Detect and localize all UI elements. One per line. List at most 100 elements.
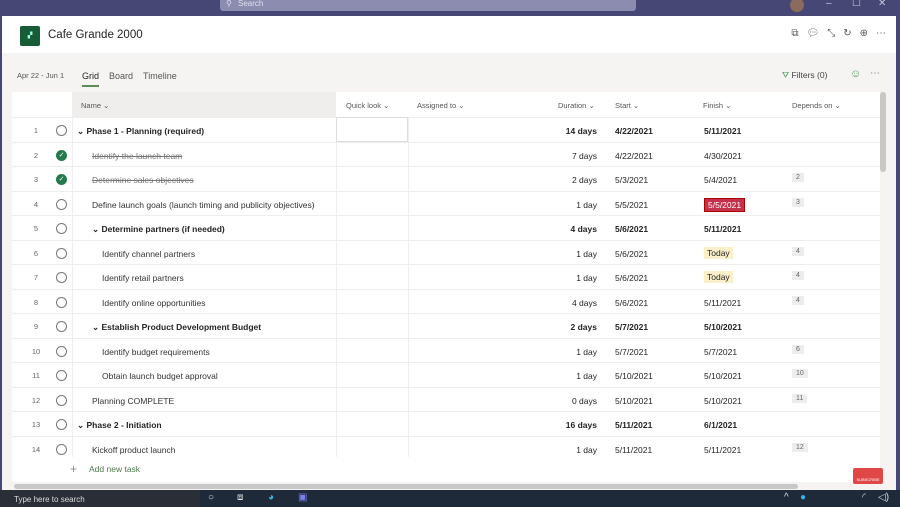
onedrive-icon[interactable]: ● <box>800 492 806 503</box>
start-cell[interactable]: 5/11/2021 <box>615 445 652 455</box>
complete-task-checkbox[interactable] <box>56 345 67 357</box>
maximize-icon[interactable]: ☐ <box>852 0 861 9</box>
depends-on-badge[interactable]: 11 <box>792 393 808 403</box>
tab-grid[interactable]: Grid <box>82 71 100 87</box>
complete-task-checkbox[interactable] <box>56 370 67 381</box>
column-header-name[interactable]: Name ⌄ <box>72 92 336 117</box>
horizontal-scrollbar[interactable] <box>14 484 798 489</box>
task-name[interactable]: Determine sales objectives <box>92 175 194 185</box>
table-row[interactable]: 1 ⌄ Phase 1 - Planning (required) 14 day… <box>12 117 880 142</box>
task-name[interactable]: ⌄ Phase 2 - Initiation <box>77 420 162 431</box>
more-options-icon[interactable]: ⋯ <box>870 68 880 79</box>
depends-on-badge[interactable]: 6 <box>792 344 804 354</box>
start-cell[interactable]: 5/3/2021 <box>615 175 648 185</box>
start-cell[interactable]: 5/7/2021 <box>615 347 648 357</box>
tray-chevron-icon[interactable]: ^ <box>784 492 789 503</box>
duration-cell[interactable]: 0 days <box>482 396 597 406</box>
duration-cell[interactable]: 1 day <box>482 249 597 259</box>
complete-task-checkbox[interactable] <box>56 198 67 210</box>
table-row[interactable]: 10 Identify budget requirements 1 day 5/… <box>12 337 880 363</box>
duration-cell[interactable]: 1 day <box>482 371 597 381</box>
depends-on-badge[interactable]: 3 <box>792 197 804 207</box>
start-cell[interactable]: 5/5/2021 <box>615 200 648 210</box>
chat-icon[interactable]: 💬︎ <box>807 28 820 39</box>
complete-task-checkbox[interactable] <box>56 247 67 259</box>
table-row[interactable]: 2 ✓ Identify the launch team 7 days 4/22… <box>12 141 880 167</box>
avatar[interactable] <box>790 0 804 12</box>
duration-cell[interactable]: 7 days <box>482 151 597 161</box>
finish-cell[interactable]: Today <box>704 246 733 259</box>
taskbar-search-input[interactable]: Type here to search <box>0 490 200 507</box>
start-cell[interactable]: 5/10/2021 <box>615 396 653 406</box>
collapse-icon[interactable]: ⤡ <box>827 28 835 39</box>
duration-cell[interactable]: 1 day <box>482 273 597 283</box>
table-row[interactable]: 13 ⌄ Phase 2 - Initiation 16 days 5/11/2… <box>12 411 880 436</box>
start-cell[interactable]: 4/22/2021 <box>615 151 653 161</box>
more-icon[interactable]: ⋯ <box>876 28 886 39</box>
complete-task-checkbox[interactable] <box>56 394 67 406</box>
depends-on-badge[interactable]: 4 <box>792 271 804 280</box>
completed-check-icon[interactable]: ✓ <box>56 174 67 185</box>
table-row[interactable]: 4 Define launch goals (launch timing and… <box>12 190 880 216</box>
finish-cell[interactable]: Today <box>704 271 733 283</box>
complete-task-checkbox[interactable] <box>56 321 67 332</box>
depends-on-badge[interactable]: 4 <box>792 295 804 305</box>
duration-cell[interactable]: 1 day <box>482 347 597 357</box>
complete-task-checkbox[interactable] <box>56 419 67 430</box>
start-cell[interactable]: 4/22/2021 <box>615 126 653 136</box>
complete-task-checkbox[interactable] <box>56 223 67 234</box>
finish-cell[interactable]: 6/1/2021 <box>704 420 737 430</box>
table-row[interactable]: 3 ✓ Determine sales objectives 2 days 5/… <box>12 166 880 191</box>
task-name[interactable]: Identify budget requirements <box>102 347 210 357</box>
table-row[interactable]: 14 Kickoff product launch 1 day 5/11/202… <box>12 435 880 461</box>
duration-cell[interactable]: 4 days <box>482 298 597 308</box>
task-name[interactable]: Identify the launch team <box>92 151 182 161</box>
globe-icon[interactable]: ⊕ <box>860 28 868 39</box>
table-row[interactable]: 6 Identify channel partners 1 day 5/6/20… <box>12 239 880 265</box>
cortana-icon[interactable]: ○ <box>208 492 214 503</box>
duration-cell[interactable]: 14 days <box>482 126 597 136</box>
close-icon[interactable]: ✕ <box>878 0 886 9</box>
completed-check-icon[interactable]: ✓ <box>56 149 67 161</box>
finish-cell[interactable]: 5/11/2021 <box>704 126 741 136</box>
teams-icon[interactable]: ▣ <box>298 492 307 503</box>
tab-board[interactable]: Board <box>109 71 133 87</box>
task-name[interactable]: Obtain launch budget approval <box>102 371 218 381</box>
volume-icon[interactable]: ◁) <box>878 492 889 503</box>
duration-cell[interactable]: 16 days <box>482 420 597 430</box>
depends-on-badge[interactable]: 2 <box>792 173 804 182</box>
filters-button[interactable]: ⛛ Filters (0) <box>782 70 827 81</box>
quick-look-cell-selected[interactable] <box>336 117 408 142</box>
duration-cell[interactable]: 2 days <box>482 322 597 332</box>
task-name[interactable]: Identify channel partners <box>102 249 195 259</box>
finish-cell[interactable]: 5/7/2021 <box>704 347 737 357</box>
table-row[interactable]: 7 Identify retail partners 1 day 5/6/202… <box>12 264 880 289</box>
duration-cell[interactable]: 2 days <box>482 175 597 185</box>
column-header-finish[interactable]: Finish ⌄ <box>703 101 731 110</box>
task-name[interactable]: Define launch goals (launch timing and p… <box>92 200 315 210</box>
table-row[interactable]: 11 Obtain launch budget approval 1 day 5… <box>12 362 880 387</box>
edge-icon[interactable]: ◕ <box>268 492 274 503</box>
refresh-icon[interactable]: ↻ <box>843 28 851 39</box>
finish-cell[interactable]: 5/10/2021 <box>704 322 742 332</box>
subscribe-badge[interactable]: SUBSCRIBE <box>853 468 883 484</box>
finish-cell[interactable]: 5/11/2021 <box>704 224 741 234</box>
finish-cell[interactable]: 5/10/2021 <box>704 396 742 406</box>
table-row[interactable]: 5 ⌄ Determine partners (if needed) 4 day… <box>12 215 880 240</box>
start-cell[interactable]: 5/10/2021 <box>615 371 653 381</box>
minimize-icon[interactable]: – <box>826 0 832 9</box>
task-name[interactable]: ⌄ Establish Product Development Budget <box>92 322 261 333</box>
task-name[interactable]: ⌄ Determine partners (if needed) <box>92 224 225 235</box>
vertical-scrollbar[interactable] <box>880 92 886 172</box>
table-row[interactable]: 8 Identify online opportunities 4 days 5… <box>12 288 880 314</box>
task-name[interactable]: ⌄ Phase 1 - Planning (required) <box>77 126 204 137</box>
column-header-depends-on[interactable]: Depends on ⌄ <box>792 101 841 110</box>
start-cell[interactable]: 5/7/2021 <box>615 322 648 332</box>
column-header-quick-look[interactable]: Quick look ⌄ <box>346 101 389 110</box>
table-row[interactable]: 12 Planning COMPLETE 0 days 5/10/2021 5/… <box>12 386 880 412</box>
feedback-smile-icon[interactable]: ☺ <box>850 68 861 80</box>
finish-cell[interactable]: 5/5/2021 <box>704 197 746 212</box>
finish-cell[interactable]: 5/11/2021 <box>704 298 741 308</box>
table-row[interactable]: 9 ⌄ Establish Product Development Budget… <box>12 313 880 338</box>
task-view-icon[interactable]: ⧈ <box>237 492 243 503</box>
